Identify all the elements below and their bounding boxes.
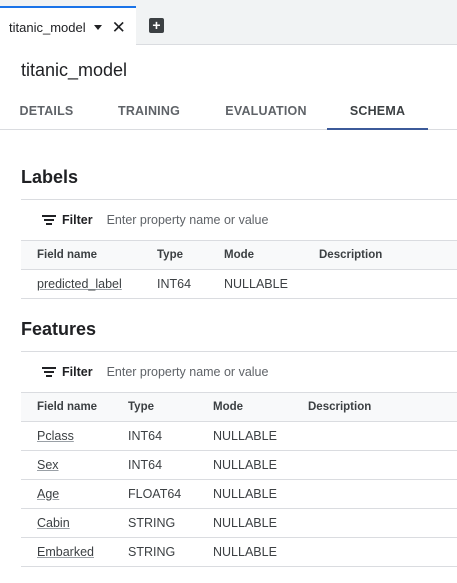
table-row: Age FLOAT64 NULLABLE bbox=[21, 479, 457, 509]
column-header-mode: Mode bbox=[208, 240, 303, 270]
table-row: Embarked STRING NULLABLE bbox=[21, 537, 457, 567]
column-header-type: Type bbox=[141, 240, 208, 270]
field-type: INT64 bbox=[141, 269, 208, 299]
filter-icon[interactable] bbox=[42, 215, 56, 225]
labels-filter-input[interactable] bbox=[106, 213, 347, 227]
close-icon[interactable]: ✕ bbox=[112, 19, 126, 36]
labels-section-title: Labels bbox=[21, 167, 79, 187]
field-mode: NULLABLE bbox=[197, 537, 292, 567]
filter-label[interactable]: Filter bbox=[62, 365, 93, 379]
labels-table: Field name Type Mode Description predict… bbox=[21, 240, 457, 299]
field-link[interactable]: Pclass bbox=[37, 429, 74, 443]
field-mode: NULLABLE bbox=[197, 450, 292, 480]
column-header-type: Type bbox=[112, 392, 197, 422]
add-tab-icon[interactable]: + bbox=[149, 18, 164, 33]
field-mode: NULLABLE bbox=[197, 508, 292, 538]
tab-schema[interactable]: SCHEMA bbox=[327, 93, 428, 130]
field-description bbox=[292, 421, 457, 451]
field-type: STRING bbox=[112, 537, 197, 567]
table-row: predicted_label INT64 NULLABLE bbox=[21, 269, 457, 299]
features-filter-input[interactable] bbox=[106, 365, 347, 379]
features-table: Field name Type Mode Description Pclass … bbox=[21, 392, 457, 567]
caret-down-icon[interactable] bbox=[93, 24, 102, 30]
tab-titanic-model[interactable]: titanic_model ✕ bbox=[0, 6, 136, 46]
tab-training[interactable]: TRAINING bbox=[93, 93, 205, 130]
tab-evaluation[interactable]: EVALUATION bbox=[205, 93, 327, 130]
field-description bbox=[292, 537, 457, 567]
field-mode: NULLABLE bbox=[197, 479, 292, 509]
table-row: Pclass INT64 NULLABLE bbox=[21, 421, 457, 451]
field-link[interactable]: Age bbox=[37, 487, 59, 501]
table-header-row: Field name Type Mode Description bbox=[21, 392, 457, 422]
column-header-mode: Mode bbox=[197, 392, 292, 422]
table-row: Cabin STRING NULLABLE bbox=[21, 508, 457, 538]
tab-label: titanic_model bbox=[9, 19, 86, 35]
field-link[interactable]: Embarked bbox=[37, 545, 94, 559]
column-header-field-name: Field name bbox=[21, 392, 112, 422]
features-filter-bar: Filter bbox=[21, 351, 457, 392]
field-type: FLOAT64 bbox=[112, 479, 197, 509]
field-description bbox=[303, 269, 457, 299]
tab-strip: titanic_model ✕ + bbox=[0, 0, 457, 46]
field-description bbox=[292, 479, 457, 509]
field-link[interactable]: predicted_label bbox=[37, 277, 122, 291]
field-link[interactable]: Sex bbox=[37, 458, 59, 472]
labels-filter-bar: Filter bbox=[21, 199, 457, 240]
page-title: titanic_model bbox=[21, 60, 128, 80]
column-header-description: Description bbox=[292, 392, 457, 422]
tab-details[interactable]: DETAILS bbox=[0, 93, 93, 130]
field-mode: NULLABLE bbox=[208, 269, 303, 299]
table-header-row: Field name Type Mode Description bbox=[21, 240, 457, 270]
column-header-field-name: Field name bbox=[21, 240, 141, 270]
filter-label[interactable]: Filter bbox=[62, 213, 93, 227]
field-type: INT64 bbox=[112, 450, 197, 480]
field-link[interactable]: Cabin bbox=[37, 516, 70, 530]
table-row: Sex INT64 NULLABLE bbox=[21, 450, 457, 480]
field-type: INT64 bbox=[112, 421, 197, 451]
sub-tab-bar: DETAILS TRAINING EVALUATION SCHEMA bbox=[0, 93, 457, 130]
field-description bbox=[292, 450, 457, 480]
filter-icon[interactable] bbox=[42, 367, 56, 377]
field-type: STRING bbox=[112, 508, 197, 538]
features-section-title: Features bbox=[21, 319, 97, 339]
field-mode: NULLABLE bbox=[197, 421, 292, 451]
field-description bbox=[292, 508, 457, 538]
column-header-description: Description bbox=[303, 240, 457, 270]
